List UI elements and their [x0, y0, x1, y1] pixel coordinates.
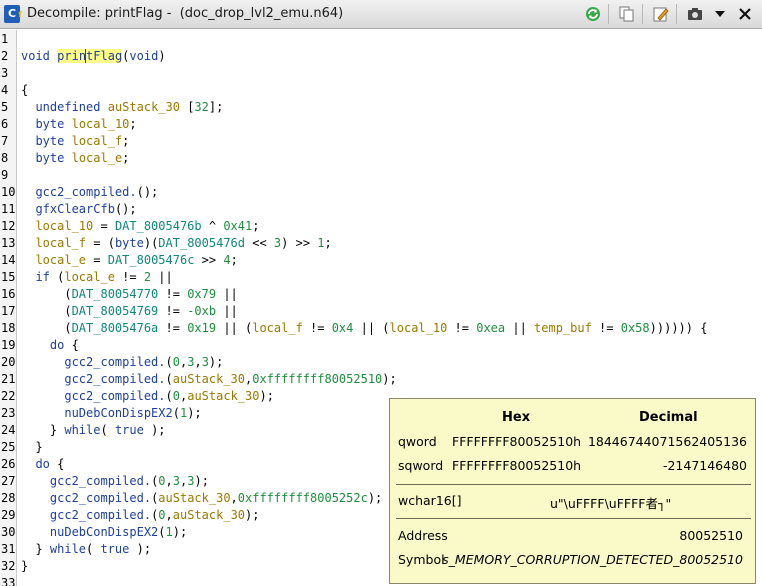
code-text: local_10 = DAT_8005476b ^ 0x41; — [35, 219, 260, 233]
code-text: gcc2_compiled.(); — [35, 185, 159, 199]
window-title: Decompile: printFlag - (doc_drop_lvl2_em… — [27, 6, 344, 21]
line-number: 13 — [1, 236, 16, 250]
line-number: 7 — [1, 134, 9, 148]
line-number: 29 — [1, 508, 16, 522]
code-text: byte local_f; — [35, 134, 130, 148]
line-number: 31 — [1, 542, 16, 556]
code-text: gcc2_compiled.(auStack_30,0xffffffff8005… — [49, 491, 383, 505]
code-text: gcc2_compiled.(0,3,3); — [49, 474, 209, 488]
line-number: 20 — [1, 355, 16, 369]
close-icon[interactable] — [734, 3, 756, 25]
qword-label: qword — [398, 434, 437, 449]
line-number: 3 — [1, 66, 9, 80]
code-text: { — [21, 83, 29, 97]
symbol-value: s_MEMORY_CORRUPTION_DETECTED_80052510 — [442, 552, 743, 567]
line-number: 15 — [1, 270, 16, 284]
line-number: 14 — [1, 253, 16, 267]
code-text: } while( true ); — [21, 542, 152, 556]
tooltip-divider — [396, 484, 751, 485]
line-number: 12 — [1, 219, 16, 233]
toolbar-separator — [608, 4, 609, 24]
qword-decimal: 18446744071562405136 — [587, 434, 747, 449]
wchar-value: u"\uFFFF\uFFFF者┐" — [550, 496, 672, 511]
line-number: 23 — [1, 406, 16, 420]
copy-icon[interactable] — [616, 3, 638, 25]
qword-hex: FFFFFFFF80052510h — [452, 434, 582, 449]
qword-row: qword FFFFFFFF80052510h 1844674407156240… — [390, 434, 757, 452]
line-number: 9 — [1, 168, 9, 182]
sqword-decimal: -2147146480 — [662, 458, 747, 473]
wchar-row: wchar16[] u"\uFFFF\uFFFF者┐" — [390, 493, 757, 511]
tooltip-divider — [396, 518, 751, 519]
edit-icon[interactable] — [650, 3, 672, 25]
line-number: 33 — [1, 576, 16, 586]
address-label: Address — [398, 528, 448, 543]
address-row: Address 80052510 — [390, 528, 757, 546]
code-text: nuDebConDispEX2(1); — [49, 525, 188, 539]
code-text: undefined auStack_30 [32]; — [35, 100, 224, 114]
code-text: byte local_10; — [35, 117, 137, 131]
symbol-label: Symbol — [398, 552, 445, 567]
hex-header: Hex — [502, 410, 531, 425]
code-text: gcc2_compiled.(0,auStack_30); — [64, 389, 274, 403]
code-text: gcc2_compiled.(0,auStack_30); — [49, 508, 260, 522]
line-number: 32 — [1, 559, 16, 573]
wchar-label: wchar16[] — [398, 493, 462, 508]
toolbar-separator — [642, 4, 643, 24]
line-number: 26 — [1, 457, 16, 471]
address-value: 80052510 — [679, 528, 743, 543]
snapshot-icon[interactable] — [684, 3, 706, 25]
line-number: 10 — [1, 185, 16, 199]
code-text: } while( true ); — [21, 423, 166, 437]
line-number: 30 — [1, 525, 16, 539]
toolbar-separator — [676, 4, 677, 24]
line-number: 24 — [1, 423, 16, 437]
line-number: 27 — [1, 474, 16, 488]
code-text: gcc2_compiled.(0,3,3); — [64, 355, 224, 369]
sqword-label: sqword — [398, 458, 444, 473]
code-text: nuDebConDispEX2(1); — [64, 406, 202, 420]
decimal-header: Decimal — [639, 410, 698, 425]
line-number: 5 — [1, 100, 9, 114]
line-number: 2 — [1, 49, 9, 63]
code-text: (DAT_80054769 != -0xb || — [21, 304, 238, 318]
line-number: 25 — [1, 440, 16, 454]
line-number: 22 — [1, 389, 16, 403]
line-number: 8 — [1, 151, 9, 165]
line-number: 16 — [1, 287, 16, 301]
title-bar: Cf Decompile: printFlag - (doc_drop_lvl2… — [0, 0, 762, 29]
code-text: (DAT_8005476a != 0x19 || (local_f != 0x4… — [21, 321, 708, 335]
refresh-icon[interactable] — [582, 3, 604, 25]
decompiler-app-icon: Cf — [4, 5, 22, 23]
code-text: } — [21, 559, 29, 573]
code-text: if (local_e != 2 || — [35, 270, 173, 284]
line-number: 19 — [1, 338, 16, 352]
code-text: gfxClearCfb(); — [35, 202, 137, 216]
code-text: local_f = (byte)(DAT_8005476d << 3) >> 1… — [35, 236, 332, 250]
line-number: 18 — [1, 321, 16, 335]
line-number: 6 — [1, 117, 9, 131]
code-text: gcc2_compiled.(auStack_30,0xffffffff8005… — [64, 372, 397, 386]
code-text: do { — [49, 338, 79, 352]
value-tooltip: Hex Decimal qword FFFFFFFF80052510h 1844… — [389, 398, 756, 584]
code-text: (DAT_80054770 != 0x79 || — [21, 287, 238, 301]
sqword-hex: FFFFFFFF80052510h — [452, 458, 582, 473]
line-number: 4 — [1, 83, 9, 97]
code-text: byte local_e; — [35, 151, 130, 165]
code-text: } — [21, 440, 43, 454]
line-number: 28 — [1, 491, 16, 505]
line-number: 17 — [1, 304, 16, 318]
toolbar — [579, 3, 756, 25]
dropdown-icon[interactable] — [709, 3, 731, 25]
symbol-row: Symbol s_MEMORY_CORRUPTION_DETECTED_8005… — [390, 552, 757, 570]
code-text: do { — [35, 457, 65, 471]
line-number: 11 — [1, 202, 16, 216]
line-number: 21 — [1, 372, 16, 386]
code-text: void printFlag(void) — [21, 49, 166, 63]
function-name-highlight[interactable]: prin — [57, 49, 87, 63]
code-text: local_e = DAT_8005476c >> 4; — [35, 253, 238, 267]
line-number: 1 — [1, 32, 9, 46]
sqword-row: sqword FFFFFFFF80052510h -2147146480 — [390, 458, 757, 476]
